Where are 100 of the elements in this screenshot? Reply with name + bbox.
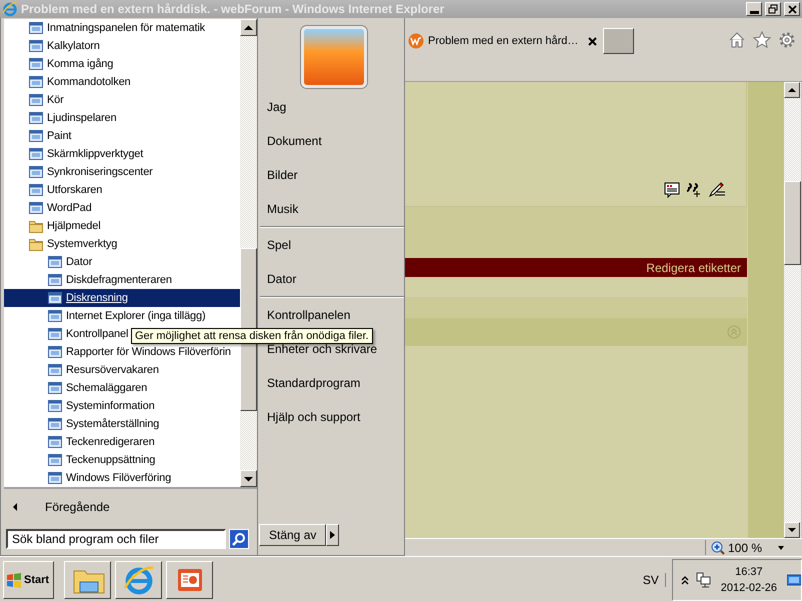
program-folder-item[interactable]: Hjälpmedel (4, 217, 240, 235)
program-icon (47, 434, 63, 450)
restore-button[interactable] (765, 2, 781, 16)
start-menu-link[interactable]: Bilder (258, 158, 404, 192)
home-icon[interactable] (728, 31, 746, 49)
program-item[interactable]: Paint (4, 127, 240, 145)
folder-icon (28, 236, 44, 252)
program-icon (28, 92, 44, 108)
program-icon (28, 110, 44, 126)
zoom-icon (710, 540, 725, 554)
program-item[interactable]: Komma igång (4, 55, 240, 73)
search-icon (232, 532, 246, 546)
program-icon (47, 326, 63, 342)
shutdown-button[interactable]: Stäng av (259, 524, 326, 546)
program-item[interactable]: Ljudinspelaren (4, 109, 240, 127)
taskbar-button[interactable] (64, 560, 111, 598)
edit-pencil-icon[interactable] (708, 182, 726, 198)
taskbar-button[interactable] (115, 560, 162, 598)
program-item[interactable]: Internet Explorer (inga tillägg) (4, 307, 240, 325)
program-item[interactable]: Diskdefragmenteraren (4, 271, 240, 289)
program-icon (47, 362, 63, 378)
program-item[interactable]: Systeminformation (4, 397, 240, 415)
program-item[interactable]: Synkroniseringscenter (4, 163, 240, 181)
minimize-button[interactable] (746, 2, 762, 16)
minimize-icon (750, 10, 758, 14)
program-item[interactable]: Windows Filöverföring (4, 469, 240, 487)
close-tab-button[interactable] (588, 36, 598, 46)
program-item[interactable]: Kalkylatorn (4, 37, 240, 55)
program-item[interactable]: Schemaläggaren (4, 379, 240, 397)
program-icon (28, 164, 44, 180)
ie-logo-icon (2, 1, 18, 17)
network-icon[interactable] (694, 572, 711, 588)
scroll-up-button[interactable] (240, 19, 257, 36)
scrollbar-thumb[interactable] (784, 181, 801, 265)
zoom-control[interactable]: 100 % (704, 540, 800, 555)
start-menu-link[interactable]: Musik (258, 192, 404, 226)
start-menu-link[interactable]: Jag (258, 90, 404, 124)
program-item[interactable]: Rapporter för Windows Filöverförin (4, 343, 240, 361)
program-icon (28, 200, 44, 216)
down-arrow-icon (244, 476, 253, 482)
program-item[interactable]: Teckenuppsättning (4, 451, 240, 469)
chevron-up-icon[interactable] (680, 574, 689, 584)
program-item[interactable]: Utforskaren (4, 181, 240, 199)
edit-tags-link[interactable]: Redigera etiketter (646, 260, 741, 275)
program-item[interactable]: WordPad (4, 199, 240, 217)
window-title: Problem med en extern hårddisk. - webForum - Windows Internet Explorer (21, 2, 446, 16)
program-item[interactable]: Teckenredigeraren (4, 433, 240, 451)
down-arrow-icon (787, 526, 797, 534)
taskbar-button[interactable] (166, 560, 213, 598)
new-tab-button[interactable] (603, 28, 634, 54)
program-folder-item[interactable]: Systemverktyg (4, 235, 240, 253)
program-item[interactable]: Kommandotolken (4, 73, 240, 91)
program-item[interactable]: Skärmklippverktyget (4, 145, 240, 163)
program-icon (28, 182, 44, 198)
shutdown-options-button[interactable] (326, 524, 340, 546)
program-item[interactable]: Dator (4, 253, 240, 271)
scroll-down-button[interactable] (784, 522, 800, 538)
up-arrow-icon (244, 24, 253, 30)
ie-logo-icon (122, 564, 154, 596)
folder-icon (28, 218, 44, 234)
program-item[interactable]: Systemåterställning (4, 415, 240, 433)
close-button[interactable] (784, 2, 800, 16)
start-menu-link[interactable]: Spel (258, 228, 404, 262)
start-menu-link[interactable]: Dokument (258, 124, 404, 158)
start-menu-link[interactable]: Standardprogram (258, 366, 404, 400)
program-item[interactable]: Diskrensning (4, 289, 240, 307)
dropdown-caret-icon (778, 546, 784, 550)
program-icon (28, 128, 44, 144)
favorites-star-icon[interactable] (753, 31, 771, 49)
report-post-icon[interactable] (664, 182, 680, 198)
start-button[interactable]: Start (3, 560, 54, 598)
right-arrow-icon (330, 531, 336, 539)
close-icon (588, 36, 598, 46)
program-icon (28, 146, 44, 162)
search-field[interactable]: Sök bland program och filer (6, 529, 226, 550)
start-menu-link[interactable]: Dator (258, 262, 404, 296)
back-button[interactable]: Föregående (1, 491, 257, 524)
quote-plus-icon[interactable] (686, 182, 702, 198)
scroll-up-button[interactable] (784, 82, 800, 98)
program-icon (47, 344, 63, 360)
program-item[interactable]: Inmatningspanelen för matematik (4, 19, 240, 37)
program-icon (47, 380, 63, 396)
program-icon (28, 20, 44, 36)
program-icon (47, 470, 63, 486)
user-picture[interactable] (301, 26, 367, 88)
clock[interactable]: 16:37 2012-02-26 (720, 566, 777, 594)
program-icon (28, 56, 44, 72)
show-desktop-icon[interactable] (787, 572, 801, 586)
program-icon (47, 308, 63, 324)
program-item[interactable]: Kör (4, 91, 240, 109)
settings-icon[interactable] (778, 31, 796, 49)
program-item[interactable]: Resursövervakaren (4, 361, 240, 379)
close-icon (786, 4, 798, 14)
program-icon (47, 254, 63, 270)
language-indicator[interactable]: SV (642, 572, 666, 586)
program-icon (47, 416, 63, 432)
scroll-down-button[interactable] (240, 470, 257, 487)
search-button[interactable] (229, 529, 249, 550)
start-menu-link[interactable]: Hjälp och support (258, 400, 404, 434)
up-arrow-icon (787, 86, 797, 94)
